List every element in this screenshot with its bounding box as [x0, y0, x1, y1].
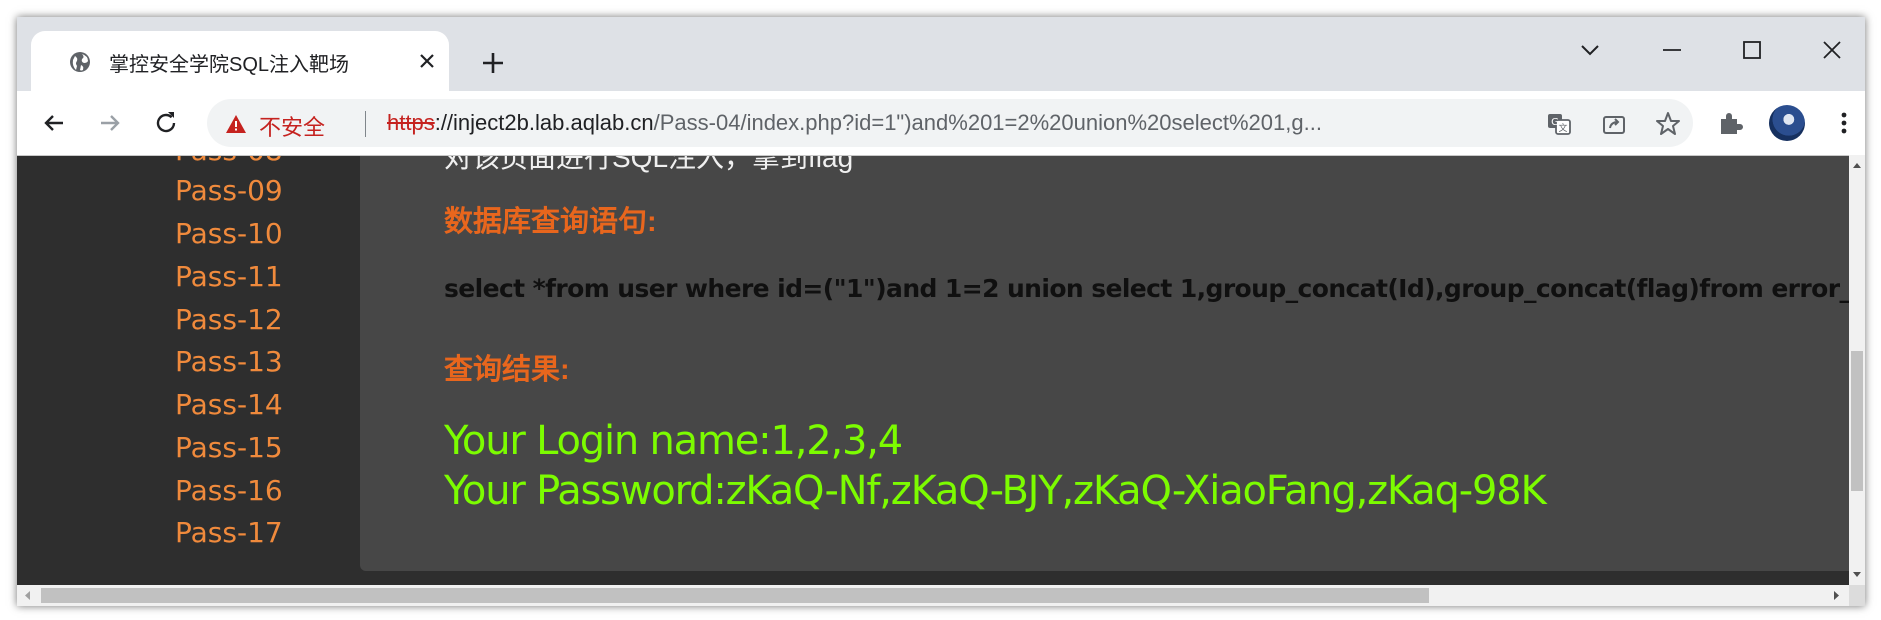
translate-icon[interactable]: G文	[1546, 111, 1572, 137]
sidebar-item-pass-09[interactable]: Pass-09	[175, 174, 283, 207]
tab-strip: 掌控安全学院SQL注入靶场	[17, 17, 1865, 91]
tab-title: 掌控安全学院SQL注入靶场	[109, 54, 350, 76]
sidebar-item-pass-10[interactable]: Pass-10	[175, 217, 283, 250]
chevron-down-icon[interactable]	[1575, 35, 1605, 65]
task-description: 对该页面进行SQL注入，拿到flag	[444, 155, 854, 173]
plus-icon[interactable]	[479, 49, 507, 77]
back-arrow-icon[interactable]	[39, 108, 69, 138]
query-sql: select *from user where id=("1")and 1=2 …	[444, 274, 1849, 303]
page-viewport: Pass-08 Pass-09 Pass-10 Pass-11 Pass-12 …	[17, 155, 1849, 586]
sidebar-item-pass-08[interactable]: Pass-08	[175, 156, 283, 167]
sidebar-item-pass-11[interactable]: Pass-11	[175, 260, 283, 293]
scroll-left-icon[interactable]	[19, 585, 37, 606]
sidebar-item-pass-16[interactable]: Pass-16	[175, 474, 283, 507]
scroll-down-icon[interactable]	[1849, 565, 1865, 583]
vertical-scroll-thumb[interactable]	[1851, 351, 1863, 491]
sidebar-item-pass-13[interactable]: Pass-13	[175, 345, 283, 378]
vertical-scrollbar[interactable]	[1849, 155, 1865, 585]
close-icon[interactable]	[1817, 35, 1847, 65]
query-heading: 数据库查询语句:	[444, 206, 657, 238]
sidebar-item-pass-14[interactable]: Pass-14	[175, 388, 283, 421]
main-content: 对该页面进行SQL注入，拿到flag 数据库查询语句: select *from…	[360, 156, 1849, 571]
url-host: ://inject2b.lab.aqlab.cn	[434, 110, 654, 135]
browser-toolbar: 不安全 https://inject2b.lab.aqlab.cn/Pass-0…	[17, 91, 1865, 155]
reload-icon[interactable]	[151, 108, 181, 138]
login-name-result: Your Login name:1,2,3,4	[444, 418, 903, 464]
url-text[interactable]: https://inject2b.lab.aqlab.cn/Pass-04/in…	[387, 110, 1527, 136]
scroll-right-icon[interactable]	[1827, 585, 1845, 606]
password-result: Your Password:zKaQ-Nf,zKaQ-BJY,zKaQ-Xiao…	[444, 468, 1547, 514]
divider	[365, 111, 366, 137]
forward-arrow-icon[interactable]	[95, 108, 125, 138]
avatar[interactable]	[1769, 105, 1805, 141]
sidebar-item-pass-15[interactable]: Pass-15	[175, 431, 283, 464]
address-bar[interactable]: 不安全 https://inject2b.lab.aqlab.cn/Pass-0…	[207, 99, 1693, 147]
url-path: /Pass-04/index.php?id=1")and%201=2%20uni…	[653, 110, 1322, 135]
warning-triangle-icon[interactable]	[225, 113, 247, 135]
close-icon[interactable]	[415, 49, 439, 73]
sidebar-item-pass-12[interactable]: Pass-12	[175, 303, 283, 336]
sidebar-item-pass-17[interactable]: Pass-17	[175, 516, 283, 549]
scrollbar-corner	[1849, 585, 1865, 606]
svg-text:文: 文	[1558, 122, 1567, 134]
security-status[interactable]: 不安全	[259, 110, 325, 142]
puzzle-icon[interactable]	[1716, 108, 1746, 138]
url-scheme: https	[387, 110, 435, 135]
result-heading: 查询结果:	[444, 354, 570, 386]
star-icon[interactable]	[1655, 111, 1681, 137]
browser-window: 掌控安全学院SQL注入靶场 不安全 https://inject2b.lab.a…	[17, 17, 1865, 606]
browser-tab[interactable]: 掌控安全学院SQL注入靶场	[31, 31, 449, 91]
share-icon[interactable]	[1601, 111, 1627, 137]
minimize-icon[interactable]	[1657, 35, 1687, 65]
horizontal-scrollbar[interactable]	[17, 585, 1849, 606]
kebab-menu-icon[interactable]	[1829, 108, 1859, 138]
scroll-up-icon[interactable]	[1849, 157, 1865, 175]
maximize-icon[interactable]	[1737, 35, 1767, 65]
horizontal-scroll-thumb[interactable]	[41, 588, 1429, 603]
sidebar: Pass-08 Pass-09 Pass-10 Pass-11 Pass-12 …	[17, 156, 360, 586]
globe-icon	[69, 51, 91, 73]
